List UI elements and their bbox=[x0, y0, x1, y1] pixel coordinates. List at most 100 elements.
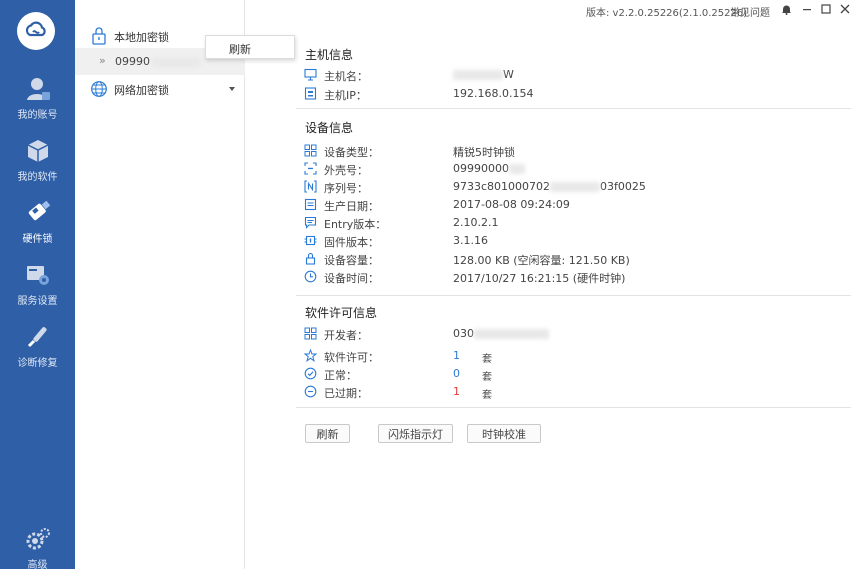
firmware-version-row: 固件版本： 3.1.16 bbox=[296, 232, 851, 250]
globe-icon bbox=[91, 81, 107, 97]
host-ip-row: 主机IP： 192.168.0.154 bbox=[296, 85, 851, 103]
nav-label: 服务设置 bbox=[17, 296, 58, 307]
device-capacity-label: 设备容量： bbox=[324, 254, 379, 267]
device-info-title: 设备信息 bbox=[305, 121, 354, 135]
license-normal-label: 正常： bbox=[324, 369, 357, 382]
serial-number-row: 序列号： 9733c801000702 03f0025 bbox=[296, 178, 851, 196]
license-count-unit: 套 bbox=[482, 354, 492, 365]
device-time-value: 2017/10/27 16:21:15 (硬件时钟) bbox=[453, 272, 626, 285]
device-capacity-row: 设备容量： 128.00 KB (空闲容量: 121.50 KB) bbox=[296, 250, 851, 268]
license-count-label: 软件许可： bbox=[324, 351, 379, 364]
faq-link[interactable]: 常见问题 bbox=[730, 4, 770, 19]
context-menu-refresh[interactable]: 刷新 bbox=[229, 41, 251, 57]
network-card-icon bbox=[304, 87, 317, 100]
section-divider bbox=[296, 295, 851, 296]
entry-version-label: Entry版本： bbox=[324, 218, 387, 231]
scan-icon bbox=[304, 162, 317, 175]
license-info-title: 软件许可信息 bbox=[305, 306, 378, 320]
close-icon[interactable] bbox=[839, 3, 851, 15]
nav-label: 诊断修复 bbox=[17, 358, 58, 369]
usb-key-icon bbox=[23, 198, 53, 228]
device-time-row: 设备时间： 2017/10/27 16:21:15 (硬件时钟) bbox=[296, 268, 851, 286]
blink-led-button[interactable]: 闪烁指示灯 bbox=[378, 424, 453, 443]
device-capacity-value: 128.00 KB (空闲容量: 121.50 KB) bbox=[453, 254, 630, 267]
host-name-label: 主机名： bbox=[324, 70, 368, 83]
bell-icon[interactable] bbox=[780, 3, 792, 15]
monitor-icon bbox=[304, 68, 317, 81]
host-info-title: 主机信息 bbox=[305, 48, 354, 62]
user-icon bbox=[23, 74, 53, 104]
grid-icon bbox=[304, 327, 317, 340]
nav-advanced[interactable]: 高级 bbox=[0, 520, 75, 569]
host-name-value: W bbox=[453, 68, 514, 81]
calendar-icon bbox=[304, 198, 317, 211]
firmware-version-label: 固件版本： bbox=[324, 236, 379, 249]
serial-icon bbox=[304, 180, 317, 193]
host-ip-value: 192.168.0.154 bbox=[453, 87, 534, 100]
nav-label: 硬件锁 bbox=[22, 234, 53, 245]
lock-tree-panel: 本地加密锁 » 09990 网络加密锁 bbox=[75, 0, 245, 569]
developer-label: 开发者： bbox=[324, 329, 368, 342]
refresh-button[interactable]: 刷新 bbox=[305, 424, 350, 443]
version-text: 版本: v2.2.0.25226(2.1.0.25226) bbox=[586, 8, 748, 19]
firmware-version-value: 3.1.16 bbox=[453, 234, 488, 247]
minimize-icon[interactable] bbox=[801, 3, 813, 15]
license-normal-unit: 套 bbox=[482, 372, 492, 383]
grid-icon bbox=[304, 144, 317, 157]
title-bar: 版本: v2.2.0.25226(2.1.0.25226) 常见问题 bbox=[246, 0, 863, 20]
nav-my-software[interactable]: 我的软件 bbox=[0, 132, 75, 190]
license-normal-row: 正常： 0 套 bbox=[296, 365, 851, 383]
entry-version-value: 2.10.2.1 bbox=[453, 216, 499, 229]
shell-number-row: 外壳号： 09990000 bbox=[296, 160, 851, 178]
license-count-value: 1 bbox=[453, 349, 460, 362]
production-date-label: 生产日期： bbox=[324, 200, 379, 213]
settings-panel-icon bbox=[23, 260, 53, 290]
cloud-logo-icon bbox=[25, 21, 46, 37]
padlock-icon bbox=[92, 27, 106, 45]
nav-hardware-lock[interactable]: 硬件锁 bbox=[0, 194, 75, 252]
tree-network-lock[interactable]: 网络加密锁 bbox=[75, 77, 245, 103]
nav-service-settings[interactable]: 服务设置 bbox=[0, 256, 75, 314]
license-expired-unit: 套 bbox=[482, 390, 492, 401]
nav-label: 我的软件 bbox=[17, 172, 58, 183]
maximize-icon[interactable] bbox=[820, 3, 832, 15]
double-chevron-icon: » bbox=[99, 54, 106, 67]
shell-number-label: 外壳号： bbox=[324, 164, 368, 177]
lock-icon bbox=[305, 252, 316, 265]
developer-value: 030 bbox=[453, 327, 549, 340]
nav-diagnose-repair[interactable]: 诊断修复 bbox=[0, 318, 75, 376]
nav-label: 我的账号 bbox=[17, 110, 58, 121]
nav-label: 高级 bbox=[27, 560, 48, 569]
minus-circle-icon bbox=[304, 385, 317, 398]
host-ip-label: 主机IP： bbox=[324, 89, 367, 102]
app-logo bbox=[17, 12, 55, 50]
production-date-row: 生产日期： 2017-08-08 09:24:09 bbox=[296, 196, 851, 214]
host-name-row: 主机名： W bbox=[296, 66, 851, 84]
entry-version-row: Entry版本： 2.10.2.1 bbox=[296, 214, 851, 232]
section-divider bbox=[296, 407, 851, 408]
device-type-value: 精锐5时钟锁 bbox=[453, 146, 515, 159]
device-type-label: 设备类型： bbox=[324, 146, 379, 159]
tree-local-label: 本地加密锁 bbox=[114, 31, 169, 44]
cube-icon bbox=[23, 136, 53, 166]
context-menu: 刷新 bbox=[205, 35, 295, 59]
license-expired-value: 1 bbox=[453, 385, 460, 398]
chevron-down-icon[interactable] bbox=[229, 87, 235, 91]
repair-icon bbox=[23, 322, 53, 352]
nav-my-account[interactable]: 我的账号 bbox=[0, 70, 75, 128]
chat-icon bbox=[304, 216, 317, 229]
device-type-row: 设备类型： 精锐5时钟锁 bbox=[296, 142, 851, 160]
shell-number-value: 09990000 bbox=[453, 162, 525, 175]
serial-number-label: 序列号： bbox=[324, 182, 368, 195]
chip-icon bbox=[304, 235, 317, 246]
device-time-label: 设备时间： bbox=[324, 272, 379, 285]
serial-number-value: 9733c801000702 03f0025 bbox=[453, 180, 646, 193]
section-divider bbox=[296, 108, 851, 109]
license-normal-value: 0 bbox=[453, 367, 460, 380]
tree-network-label: 网络加密锁 bbox=[114, 84, 169, 97]
left-nav: 我的账号 我的软件 硬件锁 服务设置 诊断修复 高级 bbox=[0, 0, 75, 569]
clock-sync-button[interactable]: 时钟校准 bbox=[467, 424, 541, 443]
developer-row: 开发者： 030 bbox=[296, 325, 851, 343]
check-circle-icon bbox=[304, 367, 317, 380]
app-window: 我的账号 我的软件 硬件锁 服务设置 诊断修复 高级 本地加密锁 » 09990… bbox=[0, 0, 863, 569]
